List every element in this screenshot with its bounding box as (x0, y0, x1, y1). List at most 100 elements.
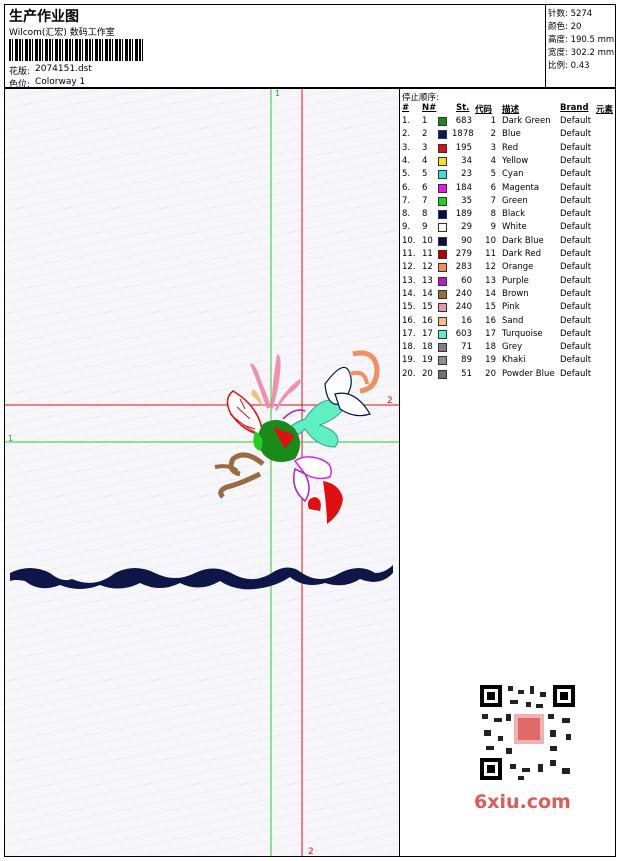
row-desc: Sand (502, 315, 524, 326)
row-n: 1 (422, 116, 428, 126)
row-n: 5 (422, 169, 428, 180)
row-num: 15. (402, 302, 416, 313)
row-num: 2. (402, 129, 411, 140)
row-brand: Default (560, 275, 592, 286)
row-stitches: 1878 (452, 129, 474, 140)
row-code: 2 (490, 129, 496, 140)
guide-h2-label: 2 (387, 396, 393, 406)
barcode (9, 39, 145, 61)
table-row: 11. 11 279 11 Dark Red Default (402, 249, 615, 262)
row-n: 8 (422, 209, 428, 220)
row-num: 17. (402, 328, 416, 339)
color-swatch (438, 289, 447, 299)
row-n: 20 (422, 368, 433, 379)
row-code: 7 (490, 195, 496, 206)
color-swatch (438, 369, 447, 379)
row-code: 4 (490, 155, 496, 166)
color-swatch (438, 329, 447, 339)
row-code: 20 (485, 368, 496, 379)
row-brand: Default (560, 235, 592, 246)
row-code: 18 (485, 342, 496, 353)
design-file-label: 花版: (9, 67, 31, 77)
row-stitches: 283 (455, 262, 472, 273)
table-row: 1. 1 683 1 Dark Green Default (402, 116, 615, 129)
row-brand: Default (560, 195, 592, 206)
row-brand: Default (560, 209, 592, 220)
row-desc: Powder Blue (502, 368, 555, 379)
color-swatch (438, 263, 447, 273)
watermark: 6xiu.com (474, 791, 571, 813)
color-swatch (438, 236, 447, 246)
row-stitches: 29 (461, 222, 472, 233)
row-brand: Default (560, 249, 592, 259)
row-desc: Yellow (502, 155, 529, 166)
row-n: 15 (422, 302, 433, 313)
row-n: 9 (422, 222, 428, 233)
design-file-value: 2074151.dst (35, 64, 92, 74)
stats-panel: 针数: 5274 颜色: 20 高度: 190.5 mm 宽度: 302.2 m… (545, 5, 617, 89)
row-n: 3 (422, 142, 428, 153)
row-stitches: 279 (455, 249, 472, 259)
row-brand: Default (560, 355, 592, 366)
row-desc: Cyan (502, 169, 524, 180)
color-swatch (438, 170, 447, 180)
table-row: 4. 4 34 4 Yellow Default (402, 156, 615, 169)
row-code: 5 (490, 169, 496, 180)
color-swatch (438, 130, 447, 140)
row-stitches: 34 (461, 155, 472, 166)
qr-code (470, 680, 585, 785)
row-desc: Green (502, 195, 528, 206)
design-preview: 1 2 1 2 (4, 88, 400, 857)
row-num: 5. (402, 169, 411, 180)
row-brand: Default (560, 328, 592, 339)
table-row: 14. 14 240 14 Brown Default (402, 289, 615, 302)
table-row: 9. 9 29 9 White Default (402, 222, 615, 235)
qr-code-graphic (480, 685, 575, 780)
colorway-value: Colorway 1 (35, 77, 86, 87)
row-brand: Default (560, 222, 592, 233)
guide-v2-label: 2 (308, 847, 314, 857)
row-num: 16. (402, 315, 416, 326)
row-num: 14. (402, 288, 416, 299)
row-desc: Turquoise (502, 328, 543, 339)
row-desc: Dark Green (502, 116, 551, 126)
row-num: 7. (402, 195, 411, 206)
row-n: 12 (422, 262, 433, 273)
row-code: 9 (490, 222, 496, 233)
table-row: 17. 17 603 17 Turquoise Default (402, 329, 615, 342)
table-row: 10. 10 90 10 Dark Blue Default (402, 236, 615, 249)
scale-value: 0.43 (570, 61, 590, 71)
header-n: N# (422, 103, 437, 113)
row-code: 15 (485, 302, 496, 313)
table-header: # N# St. 代码 描述 Brand 元素 (402, 103, 615, 116)
row-num: 13. (402, 275, 416, 286)
table-row: 18. 18 71 18 Grey Default (402, 342, 615, 355)
row-n: 14 (422, 288, 433, 299)
row-code: 11 (485, 249, 496, 259)
row-stitches: 60 (461, 275, 472, 286)
row-num: 20. (402, 368, 416, 379)
row-code: 1 (490, 116, 496, 126)
row-desc: Pink (502, 302, 520, 313)
row-n: 7 (422, 195, 428, 206)
row-num: 9. (402, 222, 411, 233)
table-row: 2. 2 1878 2 Blue Default (402, 129, 615, 142)
row-n: 17 (422, 328, 433, 339)
row-stitches: 603 (455, 328, 472, 339)
header-elem: 元素 (596, 105, 614, 115)
row-code: 13 (485, 275, 496, 286)
row-stitches: 683 (455, 116, 472, 126)
color-swatch (438, 316, 447, 326)
row-num: 6. (402, 182, 411, 193)
row-code: 3 (490, 142, 496, 153)
row-brand: Default (560, 116, 592, 126)
row-code: 12 (485, 262, 496, 273)
color-swatch (438, 196, 447, 206)
embroidery-drawing (5, 89, 399, 856)
row-desc: Magenta (502, 182, 540, 193)
row-code: 17 (485, 328, 496, 339)
colors-label: 颜色: (548, 22, 568, 32)
row-desc: Dark Red (502, 249, 542, 259)
color-swatch (438, 117, 447, 126)
row-brand: Default (560, 342, 592, 353)
